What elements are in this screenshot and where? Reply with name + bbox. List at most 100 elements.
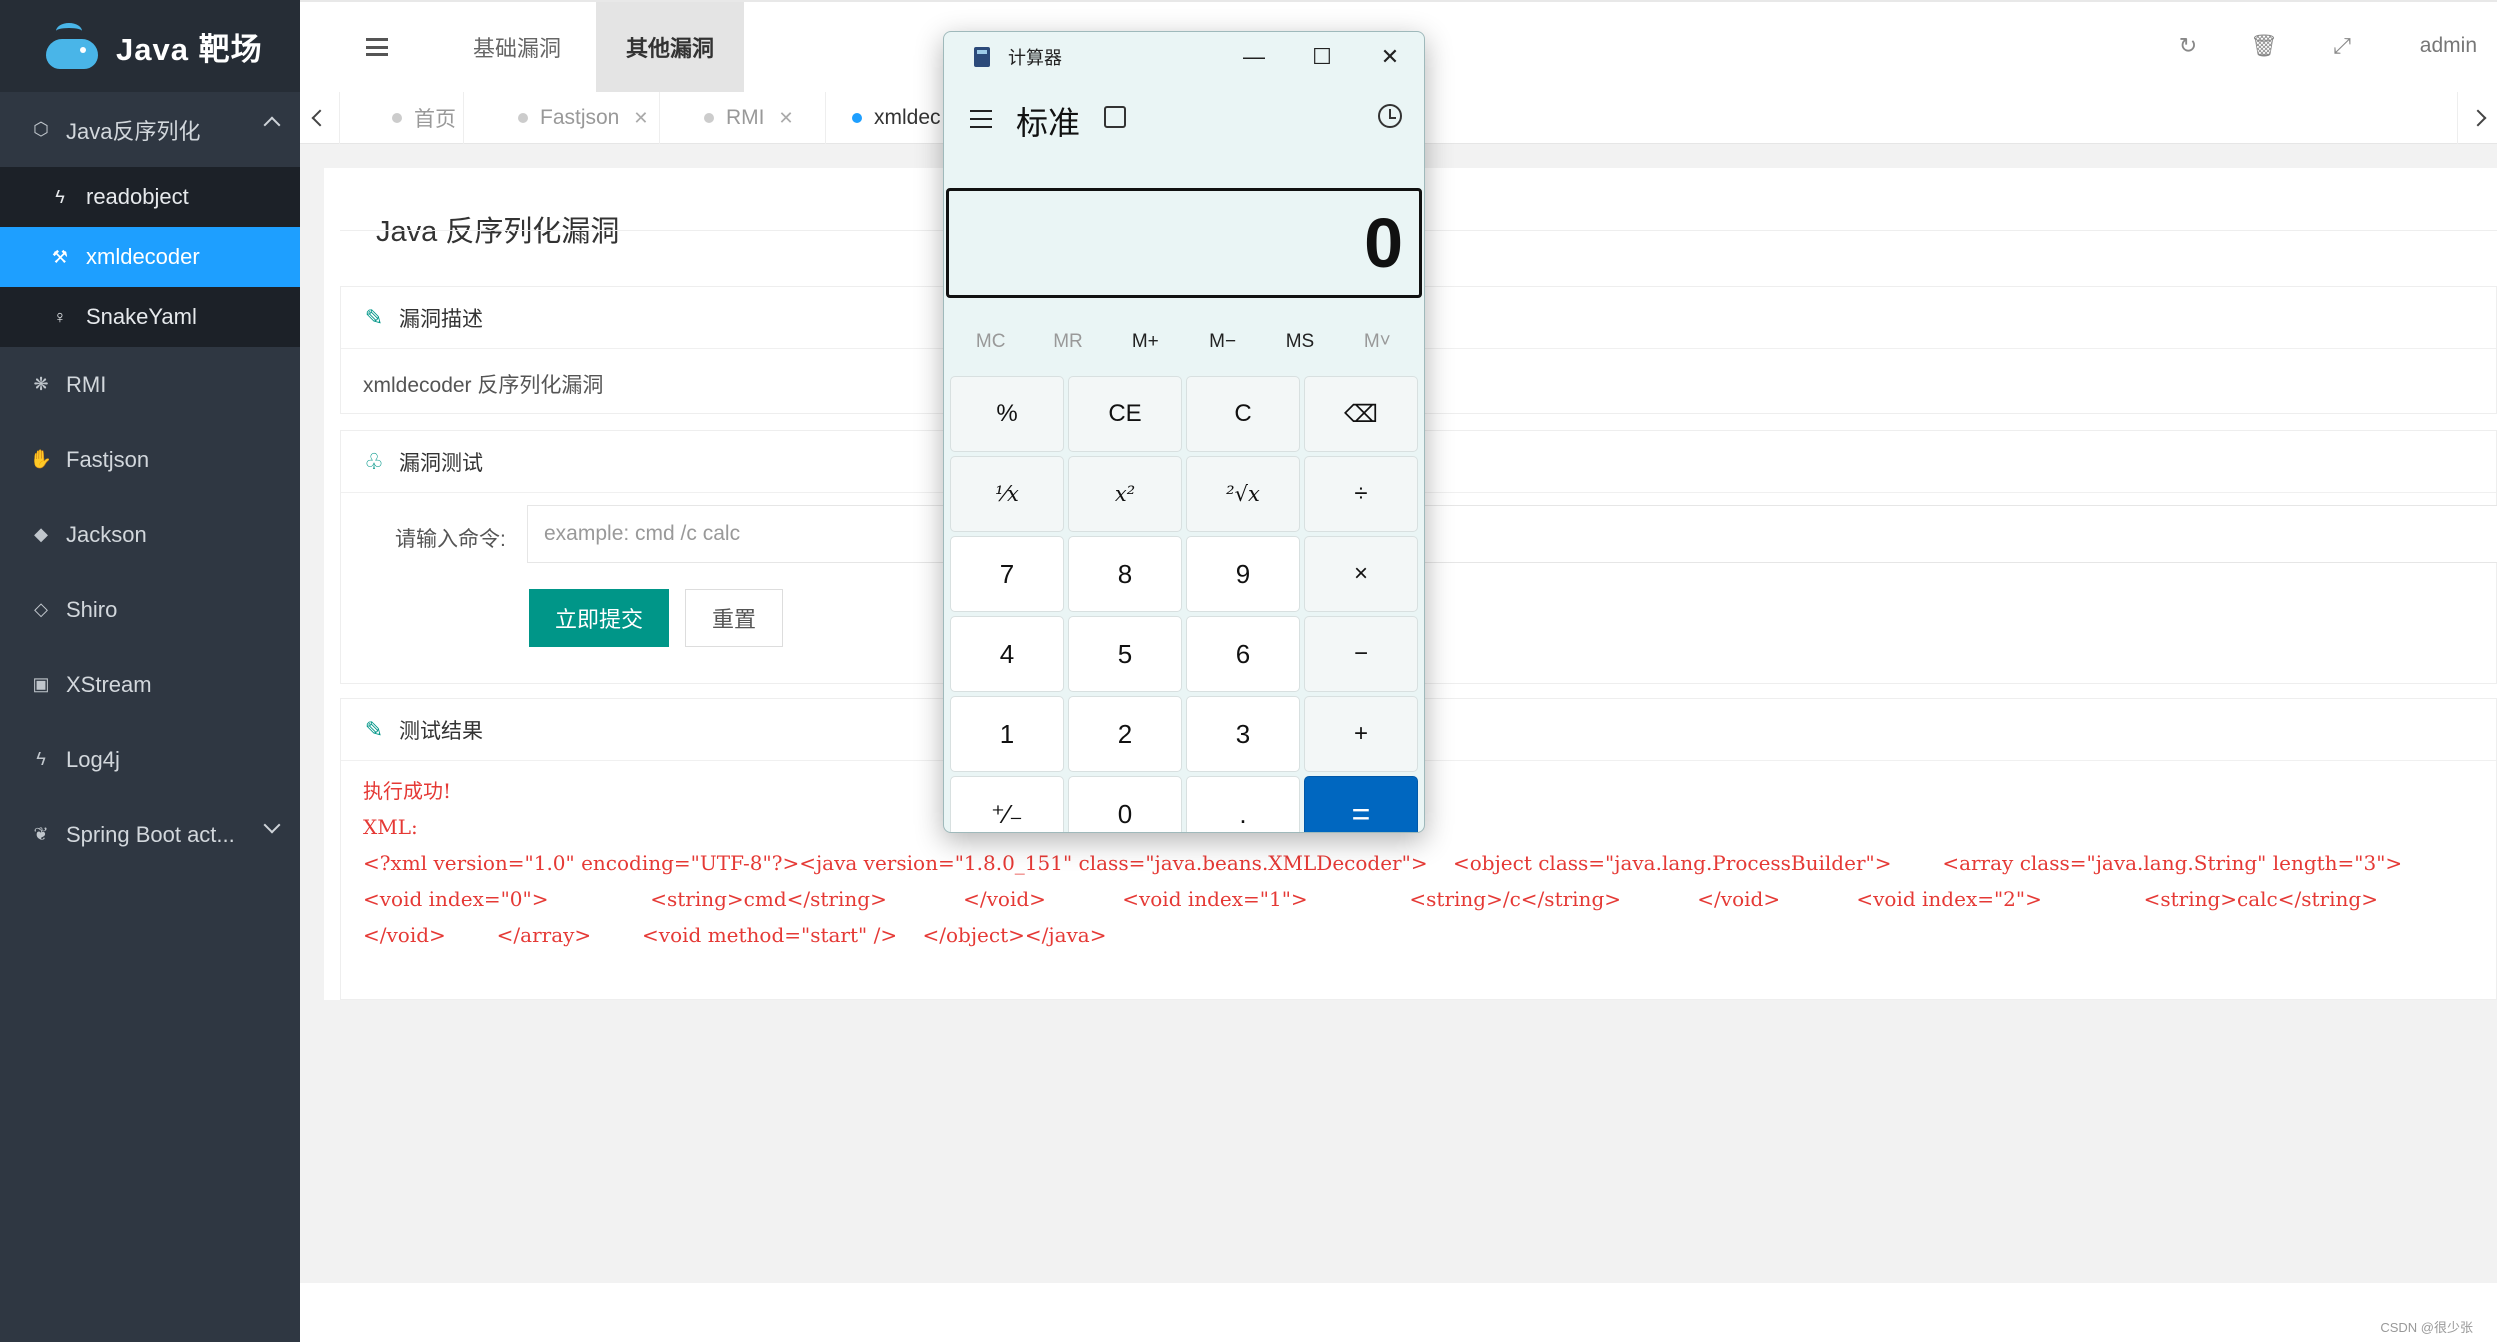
leaf-icon: ❦ [33, 824, 49, 844]
sidebar-item-label: readobject [86, 184, 189, 209]
sidebar-group-label: Jackson [66, 521, 147, 547]
memory-subtract-button[interactable]: M− [1188, 322, 1258, 362]
history-icon[interactable] [1378, 104, 1402, 128]
clear-key[interactable]: C [1186, 376, 1300, 452]
sidebar-item-snakeyaml[interactable]: ♀ SnakeYaml [0, 287, 300, 347]
page-tab-label: RMI [726, 106, 765, 129]
backspace-key[interactable]: ⌫ [1304, 376, 1418, 452]
calculator-mode: 标准 [1016, 105, 1081, 141]
page-tab-fastjson[interactable]: Fastjson ✕ [464, 92, 660, 144]
chevron-right-icon [2469, 109, 2486, 127]
clear-entry-key[interactable]: CE [1068, 376, 1182, 452]
digit-4-key[interactable]: 4 [950, 616, 1064, 692]
bulb-icon: ♀ [53, 306, 67, 327]
user-menu[interactable]: admin [2420, 34, 2477, 58]
maximize-button[interactable]: ☐ [1288, 32, 1356, 82]
decimal-key[interactable]: . [1186, 776, 1300, 832]
sidebar: Java 靶场 ⬡ Java反序列化 ϟ readobject ⚒ xmldec… [0, 0, 300, 1342]
multiply-key[interactable]: × [1304, 536, 1418, 612]
memory-recall-button[interactable]: MR [1033, 322, 1103, 362]
diamond-icon: ◇ [34, 599, 48, 619]
panel-title: 漏洞描述 [399, 307, 483, 331]
sidebar-item-readobject[interactable]: ϟ readobject [0, 167, 300, 227]
page-tab-rmi[interactable]: RMI ✕ [660, 92, 826, 144]
puzzle-icon: ♧ [364, 448, 384, 474]
negate-key[interactable]: ⁺⁄₋ [950, 776, 1064, 832]
square-root-key[interactable]: ²√x [1186, 456, 1300, 532]
chevron-down-icon [263, 816, 281, 834]
digit-2-key[interactable]: 2 [1068, 696, 1182, 772]
sidebar-group-spring-boot[interactable]: ❦ Spring Boot act... [0, 797, 300, 872]
digit-8-key[interactable]: 8 [1068, 536, 1182, 612]
plus-key[interactable]: + [1304, 696, 1418, 772]
watermark: CSDN @很少张 [2380, 1320, 2473, 1335]
sidebar-group-label: Log4j [66, 746, 120, 772]
equals-key[interactable]: = [1304, 776, 1418, 832]
page-tab-home[interactable]: 首页 [340, 92, 464, 144]
sidebar-group-rmi[interactable]: ❋ RMI [0, 347, 300, 422]
lightning-icon: ϟ [36, 749, 46, 769]
sidebar-group-label: RMI [66, 371, 107, 397]
close-icon[interactable]: ✕ [633, 108, 648, 129]
close-icon[interactable]: ✕ [779, 108, 794, 129]
sidebar-item-label: SnakeYaml [86, 304, 197, 329]
tab-dot-icon [704, 113, 714, 123]
trash-icon[interactable]: 🗑 [2250, 34, 2278, 59]
sidebar-group-label: Shiro [66, 596, 118, 622]
keep-on-top-icon[interactable] [1104, 106, 1126, 128]
window-title: 计算器 [1008, 48, 1062, 68]
sidebar-group-xstream[interactable]: ▣ XStream [0, 647, 300, 722]
panel-title: 漏洞测试 [399, 451, 483, 475]
minus-key[interactable]: − [1304, 616, 1418, 692]
tab-basic-vulns[interactable]: 基础漏洞 [450, 2, 584, 92]
divide-key[interactable]: ÷ [1304, 456, 1418, 532]
menu-toggle-icon[interactable] [366, 38, 388, 56]
command-label: 请输入命令: [395, 528, 506, 551]
reciprocal-key[interactable]: ¹⁄x [950, 456, 1064, 532]
digit-7-key[interactable]: 7 [950, 536, 1064, 612]
logo-title: Java 靶场 [116, 31, 263, 67]
digit-5-key[interactable]: 5 [1068, 616, 1182, 692]
tabs-scroll-right[interactable] [2457, 92, 2497, 144]
submit-button[interactable]: 立即提交 [529, 589, 669, 647]
sidebar-group-fastjson[interactable]: ✋ Fastjson [0, 422, 300, 497]
sidebar-item-xmldecoder[interactable]: ⚒ xmldecoder [0, 227, 300, 287]
keypad: % CE C ⌫ ¹⁄x x² ²√x ÷ 7 8 9 × 4 5 6 − 1 … [950, 376, 1420, 832]
page-tab-label: Fastjson [540, 106, 620, 129]
sidebar-group-label: Spring Boot act... [66, 821, 235, 847]
pen-icon: ✎ [364, 304, 384, 330]
digit-1-key[interactable]: 1 [950, 696, 1064, 772]
page-tab-label: 首页 [414, 108, 456, 131]
minimize-button[interactable]: — [1220, 32, 1288, 82]
sidebar-group-shiro[interactable]: ◇ Shiro [0, 572, 300, 647]
contact-icon: ▣ [32, 674, 50, 694]
square-key[interactable]: x² [1068, 456, 1182, 532]
tag-icon: ◆ [34, 524, 48, 544]
percent-key[interactable]: % [950, 376, 1064, 452]
memory-store-button[interactable]: MS [1265, 322, 1335, 362]
fullscreen-icon[interactable]: ⤢ [2330, 34, 2354, 59]
submenu: ϟ readobject ⚒ xmldecoder ♀ SnakeYaml [0, 167, 300, 347]
reset-button[interactable]: 重置 [685, 589, 783, 647]
sidebar-group-label: Java反序列化 [66, 118, 201, 144]
memory-add-button[interactable]: M+ [1110, 322, 1180, 362]
result-xml: <?xml version="1.0" encoding="UTF-8"?><j… [363, 851, 2479, 947]
command-input[interactable] [527, 505, 2497, 563]
page-tab-label: xmldec [874, 106, 941, 129]
digit-6-key[interactable]: 6 [1186, 616, 1300, 692]
sidebar-group-java-deserialization[interactable]: ⬡ Java反序列化 [0, 92, 300, 167]
logo[interactable]: Java 靶场 [0, 0, 300, 92]
memory-clear-button[interactable]: MC [956, 322, 1026, 362]
digit-0-key[interactable]: 0 [1068, 776, 1182, 832]
tabs-scroll-left[interactable] [300, 92, 340, 144]
memory-list-button[interactable]: M˅ [1342, 322, 1412, 362]
digit-3-key[interactable]: 3 [1186, 696, 1300, 772]
sidebar-group-jackson[interactable]: ◆ Jackson [0, 497, 300, 572]
calculator-window[interactable]: 计算器 — ☐ ✕ 标准 0 MC MR M+ M− MS M˅ % CE C … [943, 31, 1425, 833]
digit-9-key[interactable]: 9 [1186, 536, 1300, 612]
close-button[interactable]: ✕ [1356, 32, 1424, 82]
hamburger-menu-icon[interactable] [970, 110, 992, 128]
refresh-icon[interactable]: ↻ [2176, 34, 2200, 59]
tab-other-vulns[interactable]: 其他漏洞 [596, 2, 744, 92]
sidebar-group-log4j[interactable]: ϟ Log4j [0, 722, 300, 797]
